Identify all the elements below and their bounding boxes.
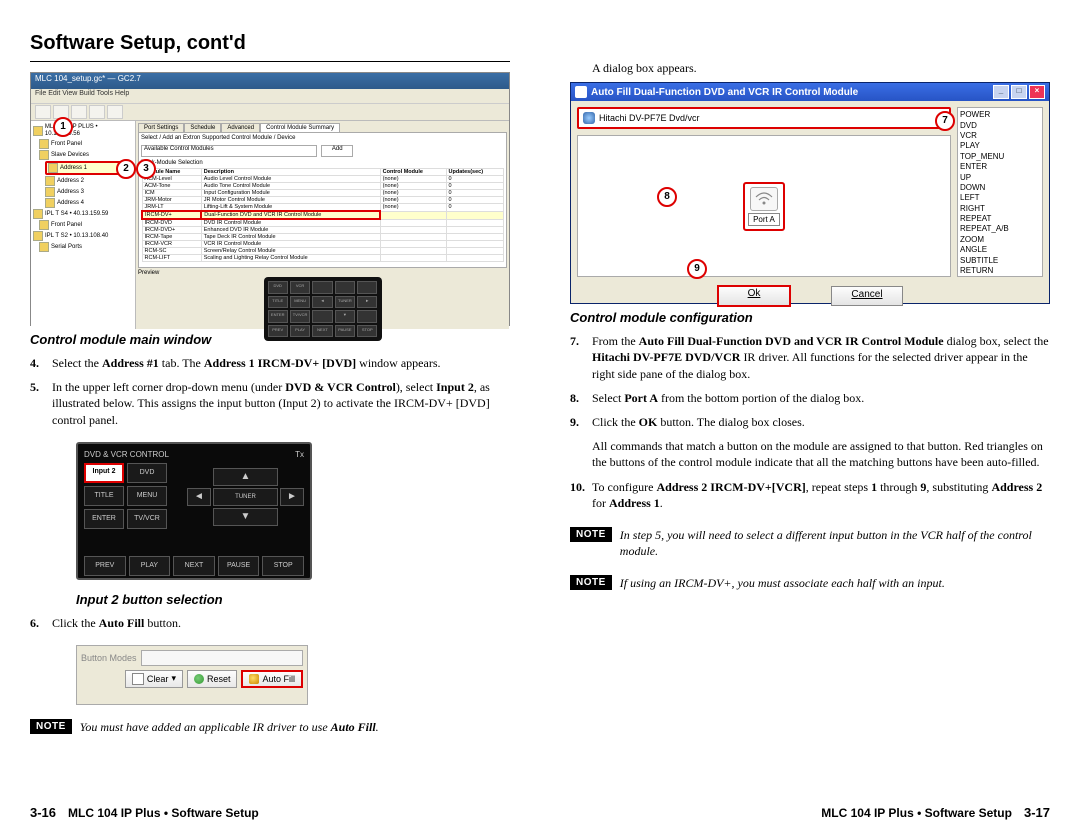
steps-4-5: 4.Select the Address #1 tab. The Address… <box>30 355 510 428</box>
footer-left: 3-16 MLC 104 IP Plus • Software Setup <box>30 805 259 820</box>
callout-1: 1 <box>53 117 73 137</box>
screenshot-autofill-dialog: Auto Fill Dual-Function DVD and VCR IR C… <box>570 82 1050 304</box>
toolbar-btn <box>71 105 87 119</box>
reset-icon <box>194 674 204 684</box>
maximize-icon: □ <box>1011 85 1027 99</box>
intro-text: A dialog box appears. <box>592 60 1050 76</box>
driver-select: Hitachi DV-PF7E Dvd/vcr <box>577 107 951 129</box>
page-right: A dialog box appears. Auto Fill Dual-Fun… <box>540 0 1080 834</box>
ss1-tabs: Port Settings Schedule Advanced Control … <box>138 123 507 132</box>
footer-right: MLC 104 IP Plus • Software Setup 3-17 <box>821 805 1050 820</box>
clear-icon <box>132 673 144 685</box>
close-icon: × <box>1029 85 1045 99</box>
note-step5: NOTE In step 5, you will need to select … <box>570 527 1050 559</box>
step-7-text: From the Auto Fill Dual-Function DVD and… <box>592 333 1050 382</box>
step-10-text: To configure Address 2 IRCM-DV+[VCR], re… <box>592 479 1050 511</box>
function-list: POWERDVDVCR PLAYTOP_MENUENTER UPDOWNLEFT… <box>957 107 1043 277</box>
toolbar-btn <box>35 105 51 119</box>
step-9-text: Click the OK button. The dialog box clos… <box>592 414 1050 430</box>
wifi-icon <box>750 187 778 211</box>
minimize-icon: _ <box>993 85 1009 99</box>
step-4-text: Select the Address #1 tab. The Address 1… <box>52 355 510 371</box>
toolbar-btn <box>89 105 105 119</box>
input2-button: Input 2 <box>84 463 124 483</box>
port-a-group: Port A <box>743 182 785 231</box>
caption-config: Control module configuration <box>570 310 1050 325</box>
reset-button: Reset <box>187 670 238 688</box>
step-5-text: In the upper left corner drop-down menu … <box>52 379 510 428</box>
cancel-button: Cancel <box>831 286 903 306</box>
note-badge: NOTE <box>30 719 72 734</box>
screenshot-control-module-main: MLC 104_setup.gc* — GC2.7 File Edit View… <box>30 72 510 326</box>
driver-icon <box>583 112 595 124</box>
step-9b-text: All commands that match a button on the … <box>592 438 1050 470</box>
ss1-add-btn: Add <box>321 145 353 157</box>
ss1-preview: Preview DVDVCR TITLEMENU◄TUNER► ENTERTV/… <box>138 270 507 341</box>
rule <box>30 61 510 62</box>
ss1-module-table: Module NameDescriptionControl ModuleUpda… <box>141 168 504 262</box>
screenshot-button-modes: Button Modes Clear ▾ Reset Auto Fill <box>76 645 308 705</box>
ss1-tree: MLC 104 IP PLUS • 10.13.160.56 Front Pan… <box>31 121 136 329</box>
ss1-pane: Select / Add an Extron Supported Control… <box>138 132 507 268</box>
autofill-icon <box>249 674 259 684</box>
toolbar-btn <box>107 105 123 119</box>
ss1-toolbar <box>31 104 509 121</box>
note-badge: NOTE <box>570 527 612 542</box>
autofill-button: Auto Fill <box>241 670 303 688</box>
ss1-menubar: File Edit View Build Tools Help <box>31 89 509 104</box>
ss1-titlebar: MLC 104_setup.gc* — GC2.7 <box>31 73 509 89</box>
step-6: 6.Click the Auto Fill button. <box>30 615 510 631</box>
dialog-icon <box>575 86 587 98</box>
page-left: Software Setup, cont'd MLC 104_setup.gc*… <box>0 0 540 834</box>
step-8-text: Select Port A from the bottom portion of… <box>592 390 1050 406</box>
step-6-text: Click the Auto Fill button. <box>52 615 510 631</box>
callout-3: 3 <box>136 159 156 179</box>
clear-button: Clear ▾ <box>125 670 183 688</box>
button-modes-select <box>141 650 303 666</box>
screenshot-dvd-vcr-control: DVD & VCR CONTROLTx Input 2 DVD ▲ ◄TUNER… <box>76 442 312 580</box>
ok-button: Ok <box>717 285 791 307</box>
steps-7-10: 7.From the Auto Fill Dual-Function DVD a… <box>570 333 1050 511</box>
note-ircm: NOTE If using an IRCM-DV+, you must asso… <box>570 575 1050 591</box>
caption-input2: Input 2 button selection <box>76 592 510 607</box>
ss1-dropdown: Available Control Modules <box>141 145 317 157</box>
note-autofill: NOTE You must have added an applicable I… <box>30 719 510 735</box>
section-title: Software Setup, cont'd <box>30 32 510 55</box>
note-badge: NOTE <box>570 575 612 590</box>
callout-2: 2 <box>116 159 136 179</box>
